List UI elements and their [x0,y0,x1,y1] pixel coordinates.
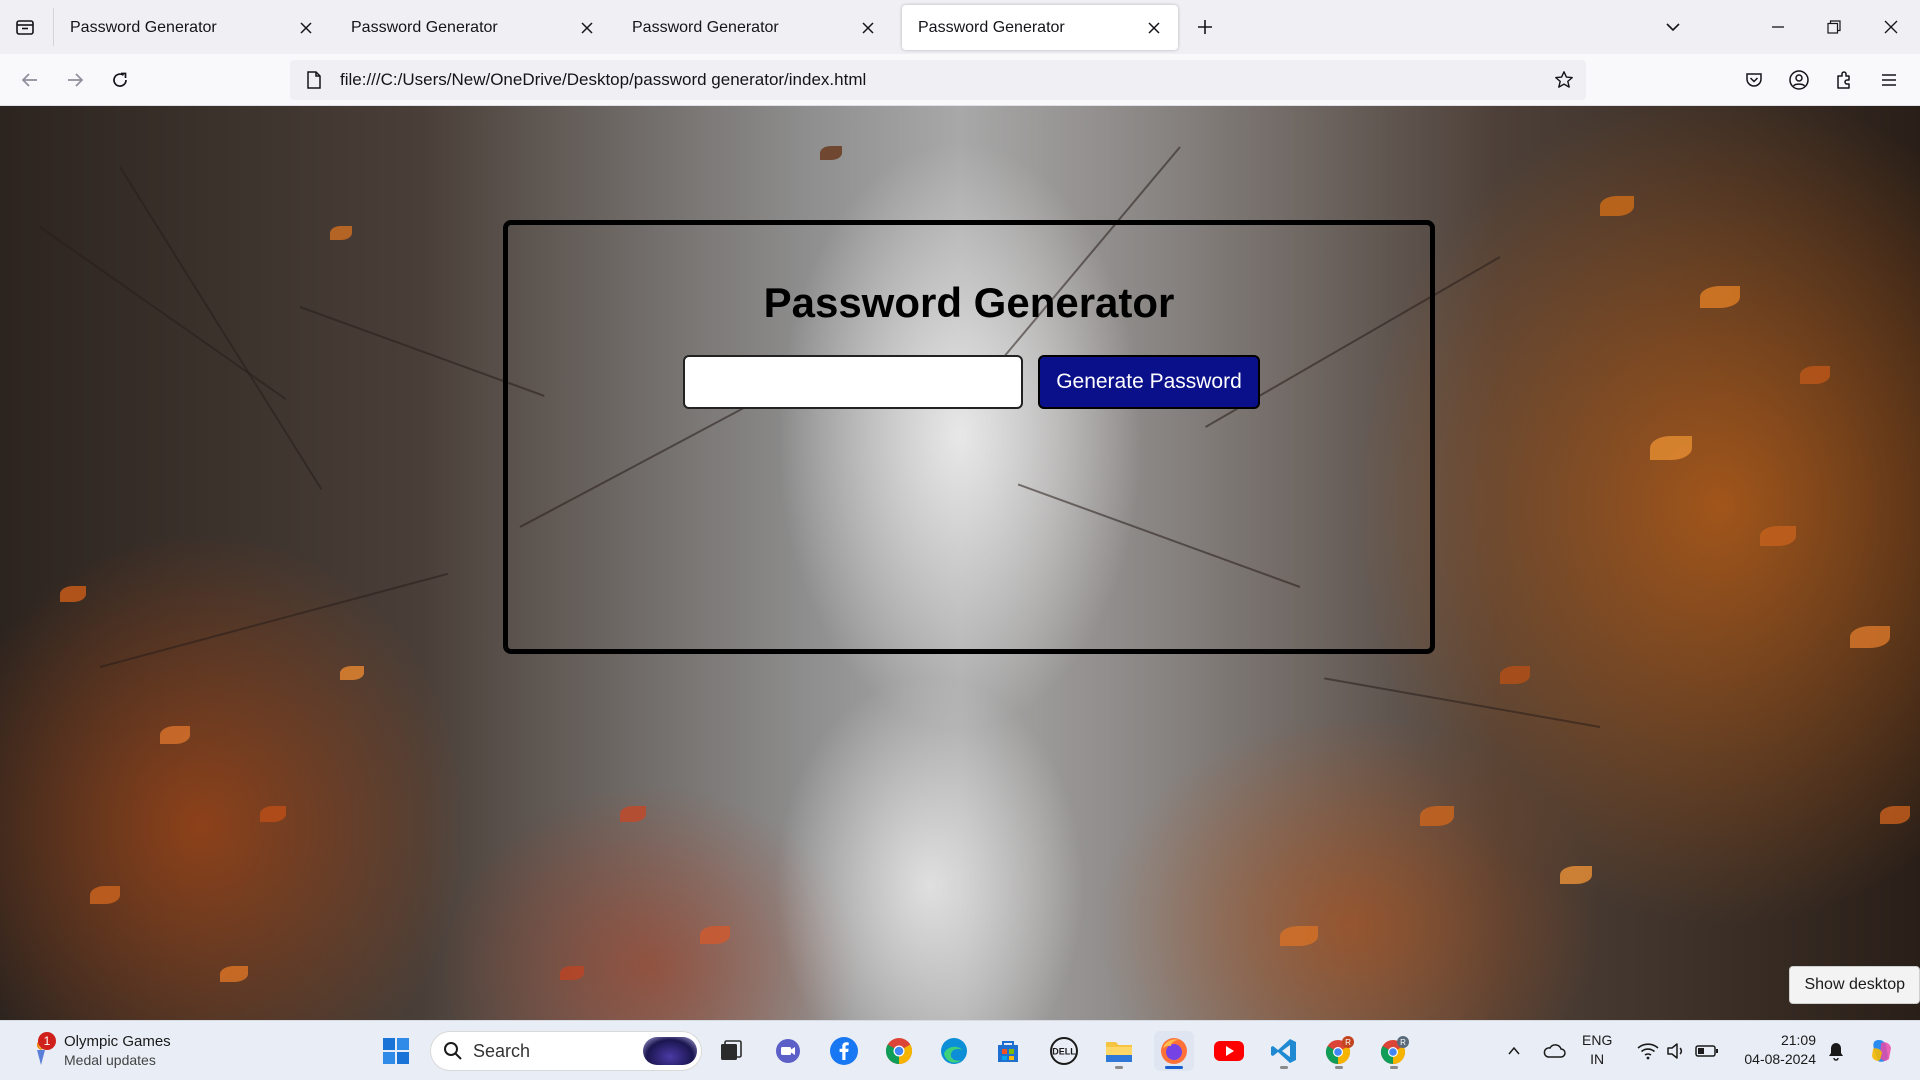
search-highlight-image [643,1037,697,1065]
url-text[interactable]: file:///C:/Users/New/OneDrive/Desktop/pa… [340,70,1546,90]
widget-title: Olympic Games [64,1033,171,1050]
generate-password-button[interactable]: Generate Password [1038,355,1260,409]
taskbar: 1 Olympic Games Medal updates Search DEL… [0,1020,1920,1080]
taskbar-search-box[interactable]: Search [430,1031,702,1071]
close-tab-icon[interactable] [1142,16,1166,40]
pocket-icon[interactable] [1737,63,1771,97]
page-icon [294,60,334,100]
account-icon[interactable] [1782,63,1816,97]
search-label: Search [473,1040,531,1061]
torch-icon: 1 [24,1032,58,1068]
menu-hamburger-icon[interactable] [1872,63,1906,97]
chevron-up-icon[interactable] [1500,1031,1528,1071]
notification-badge: 1 [38,1032,56,1050]
firefox-icon[interactable] [1154,1031,1194,1071]
page-title: Password Generator [763,279,1175,326]
chrome-icon[interactable] [879,1031,919,1071]
dell-icon[interactable]: DELL [1044,1031,1084,1071]
bookmark-star-icon[interactable] [1546,62,1582,98]
tab-4-active[interactable]: Password Generator [902,5,1178,50]
clock[interactable]: 21:09 04-08-2024 [1734,1031,1816,1069]
running-indicator [1280,1066,1288,1069]
page-viewport: Password Generator Generate Password Sho… [0,106,1920,1020]
battery-icon[interactable] [1692,1031,1722,1071]
running-indicator [1335,1066,1343,1069]
onedrive-cloud-icon[interactable] [1538,1031,1570,1071]
windows-start-icon[interactable] [376,1031,416,1071]
edge-icon[interactable] [934,1031,974,1071]
microsoft-store-icon[interactable] [988,1031,1028,1071]
clock-date: 04-08-2024 [1744,1051,1816,1067]
minimize-icon[interactable] [1761,10,1795,44]
search-icon [444,1042,462,1060]
close-tab-icon[interactable] [575,16,599,40]
extensions-icon[interactable] [1827,63,1861,97]
running-indicator [1165,1066,1183,1069]
address-bar[interactable]: file:///C:/Users/New/OneDrive/Desktop/pa… [290,60,1586,100]
show-desktop-tooltip: Show desktop [1789,966,1920,1004]
clock-time: 21:09 [1780,1032,1816,1048]
language-indicator[interactable]: ENG IN [1582,1031,1612,1069]
close-window-icon[interactable] [1874,10,1908,44]
volume-icon[interactable] [1662,1031,1690,1071]
close-tab-icon[interactable] [294,16,318,40]
widget-subtitle: Medal updates [64,1052,156,1068]
new-tab-icon[interactable] [1190,12,1220,42]
weather-widget[interactable]: 1 Olympic Games Medal updates [24,1027,171,1075]
running-indicator [1115,1066,1123,1069]
restore-icon[interactable] [1817,10,1851,44]
svg-text:R: R [1345,1038,1351,1047]
tab-title: Password Generator [70,18,217,36]
svg-text:R: R [1400,1038,1406,1047]
reload-icon[interactable] [103,63,137,97]
back-arrow-icon[interactable] [13,63,47,97]
chrome-profile-icon[interactable]: R [1374,1031,1414,1071]
tab-title: Password Generator [918,18,1065,36]
tab-1[interactable]: Password Generator [54,5,330,50]
youtube-icon[interactable] [1209,1031,1249,1071]
notification-bell-icon[interactable] [1822,1031,1850,1071]
tab-title: Password Generator [632,18,779,36]
chevron-down-icon[interactable] [1658,12,1688,42]
task-view-icon[interactable] [711,1031,751,1071]
copilot-icon[interactable] [1864,1031,1898,1071]
list-all-tabs-icon[interactable] [10,12,40,42]
tab-3[interactable]: Password Generator [616,5,892,50]
region-code: IN [1590,1051,1605,1067]
teams-meet-icon[interactable] [768,1031,808,1071]
tab-2[interactable]: Password Generator [335,5,611,50]
tab-strip: Password Generator Password Generator Pa… [0,0,1920,54]
file-explorer-icon[interactable] [1099,1031,1139,1071]
chrome-profile-icon[interactable]: R [1319,1031,1359,1071]
facebook-icon[interactable] [824,1031,864,1071]
close-tab-icon[interactable] [856,16,880,40]
navigation-toolbar: file:///C:/Users/New/OneDrive/Desktop/pa… [0,54,1920,106]
vscode-icon[interactable] [1264,1031,1304,1071]
forward-arrow-icon[interactable] [58,63,92,97]
svg-text:DELL: DELL [1052,1047,1076,1057]
password-output-field[interactable] [683,355,1023,409]
language-code: ENG [1582,1032,1613,1048]
wifi-icon[interactable] [1634,1031,1662,1071]
tab-title: Password Generator [351,18,498,36]
running-indicator [1390,1066,1398,1069]
password-card: Password Generator Generate Password [503,220,1435,654]
